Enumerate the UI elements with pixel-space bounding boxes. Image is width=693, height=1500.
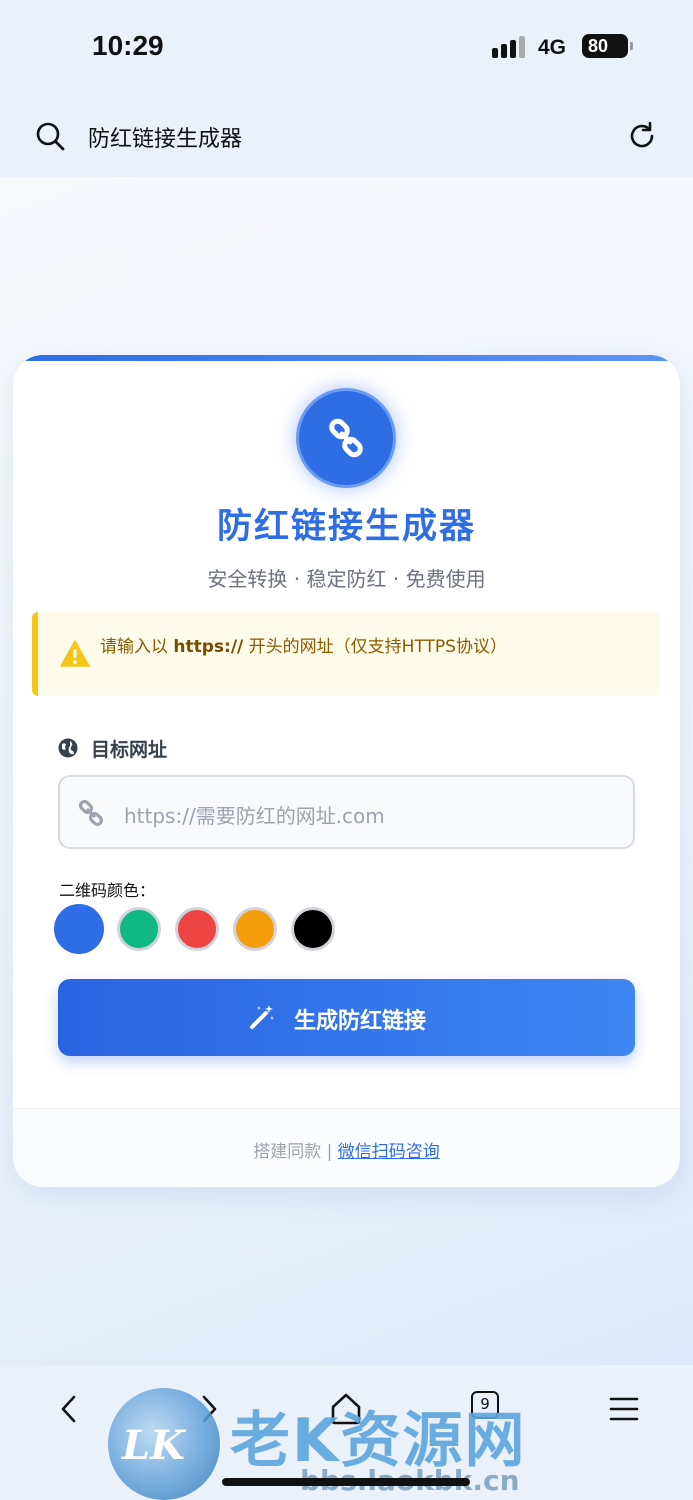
refresh-icon[interactable] [626,120,658,152]
globe-icon [58,738,78,758]
generate-link-button[interactable]: 生成防红链接 [58,979,635,1056]
footer-prefix: 搭建同款 | [253,1142,338,1162]
search-icon[interactable] [34,120,66,152]
back-icon[interactable] [50,1389,90,1429]
card-footer: 搭建同款 | 微信扫码咨询 [13,1109,680,1187]
notice-text: 请输入以 https:// 开头的网址（仅支持HTTPS协议） [100,632,507,657]
link-icon [78,800,104,826]
color-swatch-red[interactable] [175,907,219,951]
qr-color-label: 二维码颜色： [59,881,156,900]
status-time: 10:29 [92,30,164,61]
generate-link-label: 生成防红链接 [294,1009,427,1034]
card-subtitle: 安全转换 · 稳定防红 · 免费使用 [207,567,486,591]
watermark-letters: LK [122,1422,185,1469]
footer-text: 搭建同款 | 微信扫码咨询 [13,1137,680,1162]
url-input-placeholder: https://需要防红的网址.com [124,804,385,828]
https-notice: 请输入以 https:// 开头的网址（仅支持HTTPS协议） [32,612,660,696]
menu-icon[interactable] [604,1389,644,1429]
card-title: 防红链接生成器 [216,507,476,547]
link-icon [329,418,363,458]
warning-icon [60,640,90,667]
page-title-address[interactable]: 防红链接生成器 [88,121,242,153]
home-indicator[interactable] [222,1478,470,1486]
wechat-consult-link[interactable]: 微信扫码咨询 [338,1142,440,1162]
browser-address-bar[interactable]: 防红链接生成器 [0,95,693,177]
network-type: 4G [538,36,567,59]
magic-wand-icon [250,1005,274,1029]
logo-badge [299,391,393,485]
url-field-label: 目标网址 [91,739,168,761]
card-accent-bar [13,355,680,361]
notice-prefix: 请输入以 [100,637,174,657]
battery-icon: 80 [582,34,633,58]
signal-icon [492,36,528,58]
color-swatch-black[interactable] [291,907,335,951]
color-swatch-orange[interactable] [233,907,277,951]
page-content: 防红链接生成器 安全转换 · 稳定防红 · 免费使用 请输入以 https://… [0,177,693,1365]
status-bar: 10:29 4G 80 [0,0,693,95]
color-swatch-blue[interactable] [55,905,103,953]
notice-emphasis: https:// [173,637,244,657]
generator-card: 防红链接生成器 安全转换 · 稳定防红 · 免费使用 请输入以 https://… [13,355,680,1187]
color-swatch-green[interactable] [117,907,161,951]
url-input[interactable]: https://需要防红的网址.com [58,775,635,849]
notice-suffix: 开头的网址（仅支持HTTPS协议） [243,637,507,657]
